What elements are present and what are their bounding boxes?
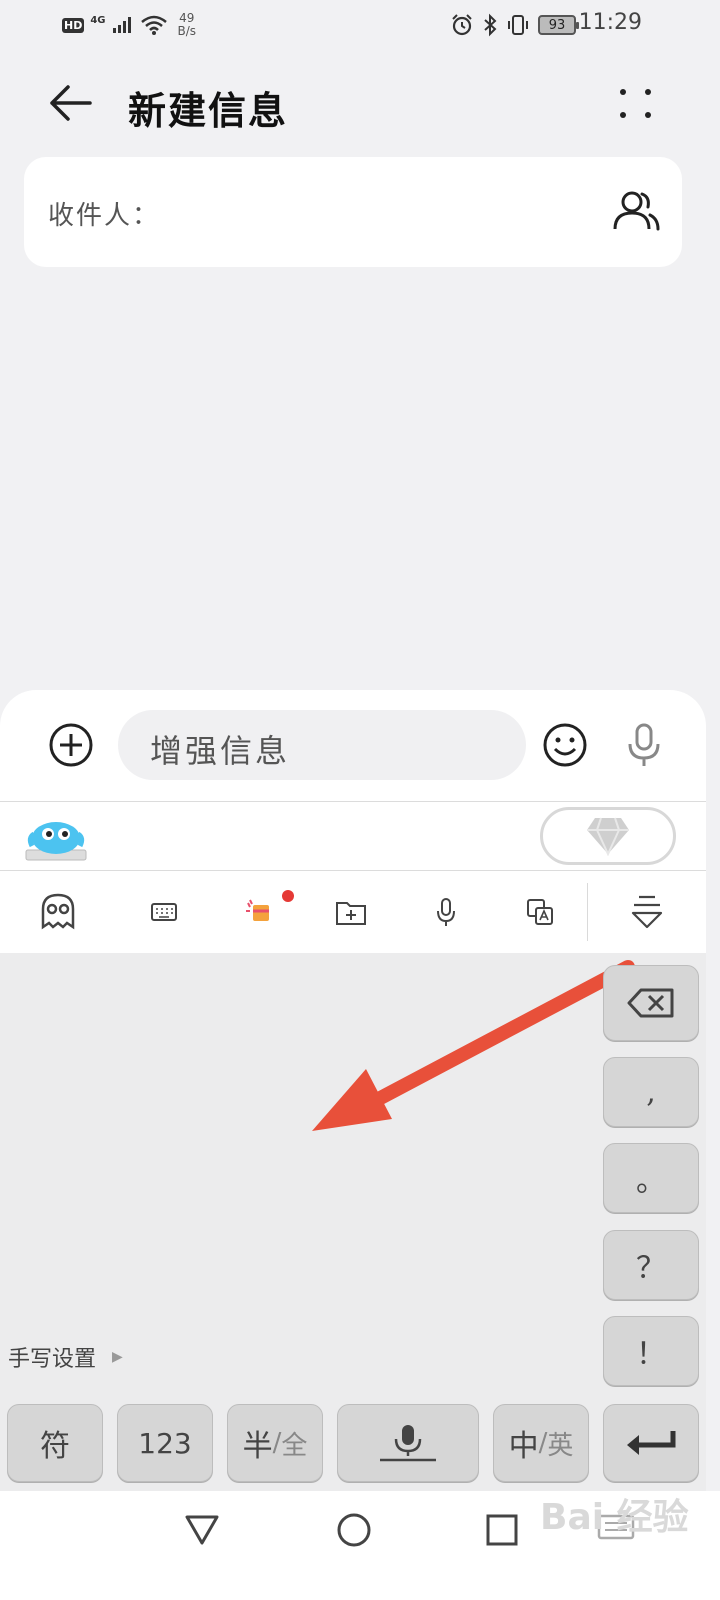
- contacts-icon: [613, 191, 660, 231]
- attach-button[interactable]: [48, 722, 94, 768]
- recipient-label: 收件人：: [48, 201, 161, 231]
- message-input[interactable]: 增强信息: [118, 710, 526, 780]
- number-key[interactable]: 123: [117, 1404, 213, 1482]
- ime-mascot[interactable]: [24, 816, 88, 862]
- contacts-button[interactable]: [612, 187, 662, 237]
- toolbar-separator: [587, 883, 588, 941]
- back-button[interactable]: [42, 78, 98, 128]
- number-key-label: 123: [138, 1426, 192, 1460]
- ime-menu-button[interactable]: [35, 889, 81, 935]
- exclamation-key-label: ！: [636, 1337, 666, 1372]
- battery-indicator: 93: [538, 15, 579, 35]
- voice-button[interactable]: [423, 889, 469, 935]
- net-speed-unit: B/s: [177, 24, 197, 38]
- ime-toolbar: [0, 871, 706, 953]
- ime-banner: [0, 802, 706, 870]
- arrow-left-icon: [50, 85, 92, 121]
- nav-back-button[interactable]: [183, 1511, 221, 1551]
- emoji-button[interactable]: [542, 722, 588, 768]
- space-voice-key[interactable]: [337, 1404, 479, 1482]
- chinese-label: 中: [508, 1429, 539, 1464]
- period-key-label: 。: [636, 1164, 666, 1199]
- microphone-icon: [380, 1425, 436, 1462]
- slash-separator: /: [538, 1428, 548, 1458]
- battery-level: 93: [548, 17, 566, 33]
- voice-input-button[interactable]: [624, 722, 664, 768]
- square-recents-icon: [486, 1514, 518, 1546]
- translate-button[interactable]: [517, 889, 563, 935]
- nav-home-button[interactable]: [335, 1511, 373, 1553]
- comma-key-label: ,: [646, 1074, 656, 1110]
- cell-signal-icon: [112, 17, 131, 33]
- alarm-icon: [452, 14, 472, 36]
- comma-key[interactable]: ,: [603, 1057, 699, 1127]
- skin-button[interactable]: [236, 889, 282, 935]
- backspace-key[interactable]: [603, 965, 699, 1041]
- triangle-back-icon: [185, 1515, 219, 1545]
- collapse-icon: [631, 895, 663, 929]
- message-composer: 增强信息: [0, 690, 706, 802]
- handwriting-settings-link[interactable]: 手写设置 ▶: [8, 1341, 123, 1373]
- clipboard-folder-icon: [336, 902, 366, 925]
- enter-icon: [627, 1431, 676, 1455]
- smiley-icon: [543, 723, 587, 767]
- voice-icon: [437, 898, 455, 926]
- notification-dot: [282, 890, 294, 902]
- more-dot: [620, 89, 626, 95]
- page-title: 新建信息: [128, 88, 289, 133]
- recipient-card: 收件人：: [24, 157, 682, 267]
- clock: 11:29: [578, 10, 642, 35]
- keyboard-button[interactable]: [141, 889, 187, 935]
- slash-separator: /: [272, 1428, 282, 1458]
- english-label: 英: [547, 1430, 574, 1461]
- wifi-icon: [140, 15, 167, 35]
- more-dot: [645, 89, 651, 95]
- handwriting-area[interactable]: 手写设置 ▶ , 。 ？ ！ 符 123 半 / 全 中 / 英: [0, 953, 706, 1491]
- symbol-key-label: 符: [40, 1429, 70, 1464]
- full-label: 全: [281, 1430, 308, 1461]
- more-dot: [645, 112, 651, 118]
- mascot-outline-icon: [41, 893, 75, 930]
- chinese-english-key[interactable]: 中 / 英: [493, 1404, 589, 1482]
- watermark: Bai 经验: [540, 1497, 689, 1538]
- net-speed: 49 B/s: [178, 12, 197, 38]
- symbol-key[interactable]: 符: [7, 1404, 103, 1482]
- nav-recents-button[interactable]: [485, 1513, 519, 1551]
- chevron-right-icon: ▶: [112, 1349, 123, 1365]
- more-options-button[interactable]: [612, 82, 660, 126]
- enter-key[interactable]: [603, 1404, 699, 1482]
- plus-circle-icon: [49, 723, 93, 767]
- period-key[interactable]: 。: [603, 1143, 699, 1213]
- half-label: 半: [242, 1429, 273, 1464]
- recipient-input[interactable]: [164, 183, 604, 241]
- question-key[interactable]: ？: [603, 1230, 699, 1300]
- collapse-keyboard-button[interactable]: [624, 889, 670, 935]
- mascot-icon: [25, 822, 87, 861]
- vibrate-icon: [508, 15, 528, 35]
- clipboard-button[interactable]: [328, 889, 374, 935]
- exclamation-key[interactable]: ！: [603, 1316, 699, 1386]
- more-dot: [620, 112, 626, 118]
- vip-button[interactable]: [540, 807, 676, 865]
- handwriting-settings-label: 手写设置: [8, 1347, 97, 1372]
- theme-icon: [246, 899, 269, 921]
- status-bar: HD 4G 49 B/s 93 11:29: [0, 0, 720, 50]
- microphone-icon: [628, 723, 660, 766]
- hd-badge: HD: [62, 17, 85, 33]
- half-full-width-key[interactable]: 半 / 全: [227, 1404, 323, 1482]
- message-placeholder: 增强信息: [150, 732, 291, 770]
- translate-icon: [527, 899, 553, 925]
- question-key-label: ？: [636, 1251, 666, 1286]
- keyboard-icon: [151, 903, 177, 921]
- backspace-icon: [627, 988, 674, 1018]
- status-left: HD 4G 49 B/s: [62, 8, 196, 42]
- network-type: 4G: [90, 14, 106, 26]
- circle-home-icon: [337, 1513, 371, 1547]
- app-header: 新建信息: [0, 60, 720, 150]
- diamond-icon: [587, 817, 629, 856]
- bluetooth-icon: [484, 13, 497, 37]
